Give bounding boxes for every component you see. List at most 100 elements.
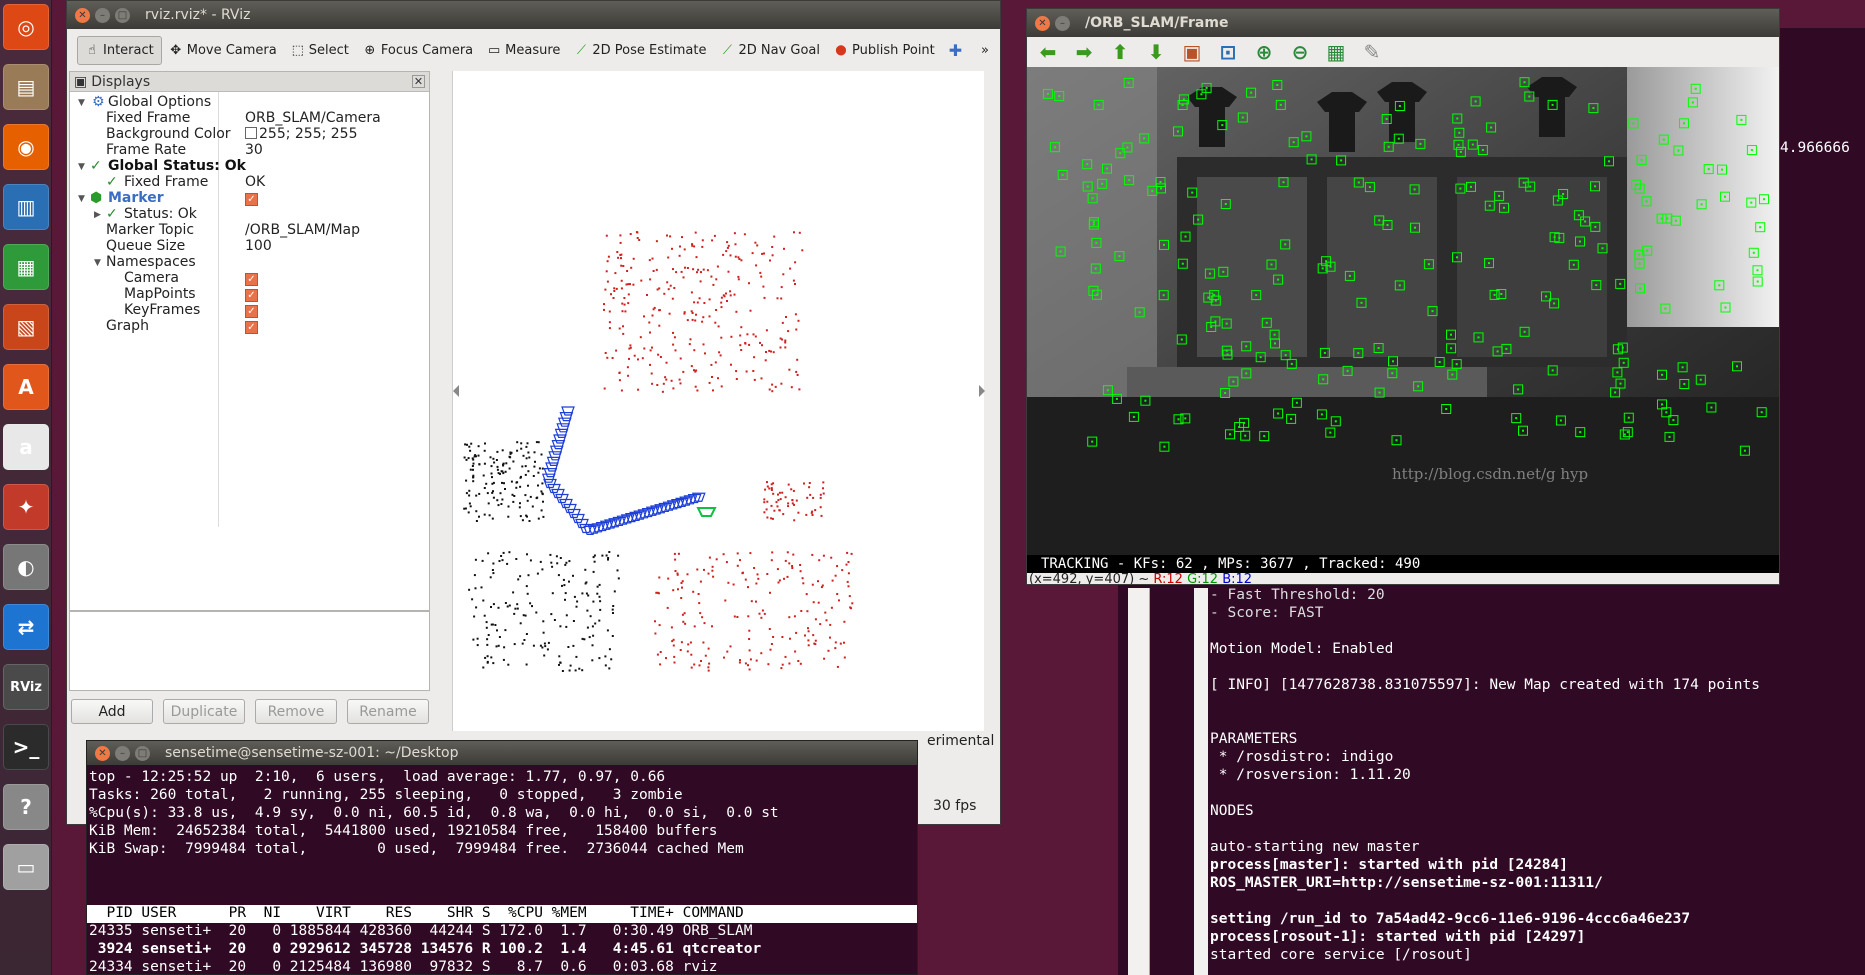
top-terminal-window[interactable]: ✕ – □ sensetime@sensetime-sz-001: ~/Desk… (86, 740, 918, 975)
prop-value[interactable]: 255; 255; 255 (245, 126, 358, 142)
prop-value[interactable]: /ORB_SLAM/Map (245, 222, 360, 238)
top-terminal-titlebar[interactable]: ✕ – □ sensetime@sensetime-sz-001: ~/Desk… (87, 741, 917, 765)
tool-move-camera[interactable]: ✥ Move Camera (162, 37, 284, 64)
minimize-button[interactable]: – (1055, 15, 1070, 31)
left-scroll-arrow-icon[interactable] (453, 385, 459, 397)
desk-top (1127, 367, 1487, 397)
ns-camera-checkbox[interactable]: ✓ (245, 273, 258, 286)
duplicate-button[interactable]: Duplicate (163, 699, 245, 724)
expand-right-icon[interactable]: ▶ (94, 210, 101, 220)
terminal-icon[interactable]: >_ (3, 724, 49, 770)
arrow-left-icon[interactable]: ⬅ (1035, 40, 1061, 64)
zoom-in-icon[interactable]: ⊕ (1251, 40, 1277, 64)
expand-down-icon[interactable]: ▼ (78, 98, 85, 108)
prop-label: Frame Rate (106, 142, 187, 158)
rviz-window[interactable]: ✕ – □ rviz.rviz* - RViz ☝ Interact ✥ Move C… (66, 0, 1001, 825)
eye-icon[interactable]: ◐ (3, 544, 49, 590)
feature-point (1163, 243, 1165, 246)
ns-mappoints-checkbox[interactable]: ✓ (245, 289, 258, 302)
process-row[interactable]: 3924 senseti+ 20 0 2929612 345728 134576… (89, 941, 761, 957)
tool-measure[interactable]: ▭ Measure (480, 37, 567, 64)
help-icon[interactable]: ? (3, 784, 49, 830)
frame-titlebar[interactable]: ✕ – /ORB_SLAM/Frame (1027, 9, 1779, 37)
arrow-up-icon[interactable]: ⬆ (1107, 40, 1133, 64)
prop-value[interactable]: 30 (245, 142, 263, 158)
firefox-icon[interactable]: ◉ (3, 124, 49, 170)
arrow-down-icon[interactable]: ⬇ (1143, 40, 1169, 64)
expand-down-icon[interactable]: ▼ (78, 194, 85, 204)
prop-value[interactable]: 100 (245, 238, 272, 254)
map-point (754, 241, 757, 244)
map-point (720, 296, 723, 299)
map-point (516, 441, 519, 444)
remove-button[interactable]: Remove (255, 699, 337, 724)
map-point (834, 647, 837, 650)
close-panel-icon[interactable]: ✕ (412, 75, 425, 88)
maximize-button[interactable]: □ (135, 745, 150, 761)
map-point (789, 267, 792, 270)
software-center-icon[interactable]: A (3, 364, 49, 410)
save-icon[interactable]: ▦ (1323, 40, 1349, 64)
toolbar-more-button[interactable]: » (974, 37, 996, 64)
orb-slam-frame-window[interactable]: ✕ – /ORB_SLAM/Frame ⬅ ➡ ⬆ ⬇ ▣ ⊡ ⊕ ⊖ ▦ ✎ (1026, 8, 1780, 585)
map-point (651, 257, 654, 260)
minimize-button[interactable]: – (95, 7, 110, 23)
minimize-button[interactable]: – (115, 745, 130, 761)
ubuntu-dash-icon[interactable]: ◎ (3, 4, 49, 50)
arrow-right-icon[interactable]: ➡ (1071, 40, 1097, 64)
ns-keyframes-checkbox[interactable]: ✓ (245, 305, 258, 318)
camera-image[interactable]: http://blog.csdn.net/g hyp (1027, 67, 1779, 555)
rviz-icon[interactable]: RViz (3, 664, 49, 710)
close-button[interactable]: ✕ (75, 7, 90, 23)
close-button[interactable]: ✕ (1035, 15, 1050, 31)
top-output[interactable]: R PID USER PR NI VIRT RES SHR S %CPU %ME… (87, 769, 917, 974)
drive-icon[interactable]: ▭ (3, 844, 49, 890)
zoom-fit-icon[interactable]: ⊡ (1215, 40, 1241, 64)
maximize-button[interactable]: □ (115, 7, 130, 23)
right-scroll-arrow-icon[interactable] (979, 385, 985, 397)
tool-publish-point[interactable]: ⬤ Publish Point (827, 37, 942, 64)
3d-viewport[interactable] (452, 71, 985, 731)
color-swatch[interactable] (245, 127, 257, 139)
teamviewer-icon[interactable]: ⇄ (3, 604, 49, 650)
close-button[interactable]: ✕ (95, 745, 110, 761)
rename-button[interactable]: Rename (347, 699, 429, 724)
amazon-icon[interactable]: a (3, 424, 49, 470)
process-row[interactable]: 24335 senseti+ 20 0 1885844 428360 44244… (89, 923, 752, 939)
process-row[interactable]: 24334 senseti+ 20 0 2125484 136980 97832… (89, 959, 718, 974)
zoom-out-icon[interactable]: ⊖ (1287, 40, 1313, 64)
calc-icon[interactable]: ▦ (3, 244, 49, 290)
prop-value[interactable]: ORB_SLAM/Camera (245, 110, 381, 126)
prop-label: Marker Topic (106, 222, 195, 238)
tool-select[interactable]: ⬚ Select (284, 37, 356, 64)
tool-focus-camera[interactable]: ⊕ Focus Camera (356, 37, 480, 64)
expand-down-icon[interactable]: ▼ (94, 258, 101, 268)
map-point (472, 638, 475, 641)
marker-enabled-checkbox[interactable]: ✓ (245, 193, 258, 206)
tool-interact[interactable]: ☝ Interact (77, 35, 162, 65)
map-point (700, 271, 702, 274)
settings-icon[interactable]: ✦ (3, 484, 49, 530)
tool-2d-pose-estimate[interactable]: ⟋ 2D Pose Estimate (567, 37, 713, 64)
ns-graph-checkbox[interactable]: ✓ (245, 321, 258, 334)
image-icon[interactable]: ▣ (1179, 40, 1205, 64)
map-point (478, 515, 480, 518)
map-point (611, 608, 614, 611)
map-point (720, 385, 723, 388)
map-point (564, 563, 567, 566)
add-tool-button[interactable]: ✚ (942, 35, 969, 66)
files-icon[interactable]: ▤ (3, 64, 49, 110)
prop-ns-graph[interactable]: Graph ✓ (70, 318, 429, 337)
map-point (632, 257, 635, 260)
map-point (556, 562, 559, 565)
impress-icon[interactable]: ▧ (3, 304, 49, 350)
map-point (715, 309, 718, 311)
tool-2d-nav-goal[interactable]: ⟋ 2D Nav Goal (713, 37, 827, 64)
rviz-titlebar[interactable]: ✕ – □ rviz.rviz* - RViz (67, 1, 1000, 29)
expand-down-icon[interactable]: ▼ (78, 162, 85, 172)
writer-icon[interactable]: ▥ (3, 184, 49, 230)
feature-point (1638, 187, 1641, 190)
map-point (702, 343, 705, 346)
properties-icon[interactable]: ✎ (1359, 40, 1385, 64)
add-button[interactable]: Add (71, 699, 153, 724)
